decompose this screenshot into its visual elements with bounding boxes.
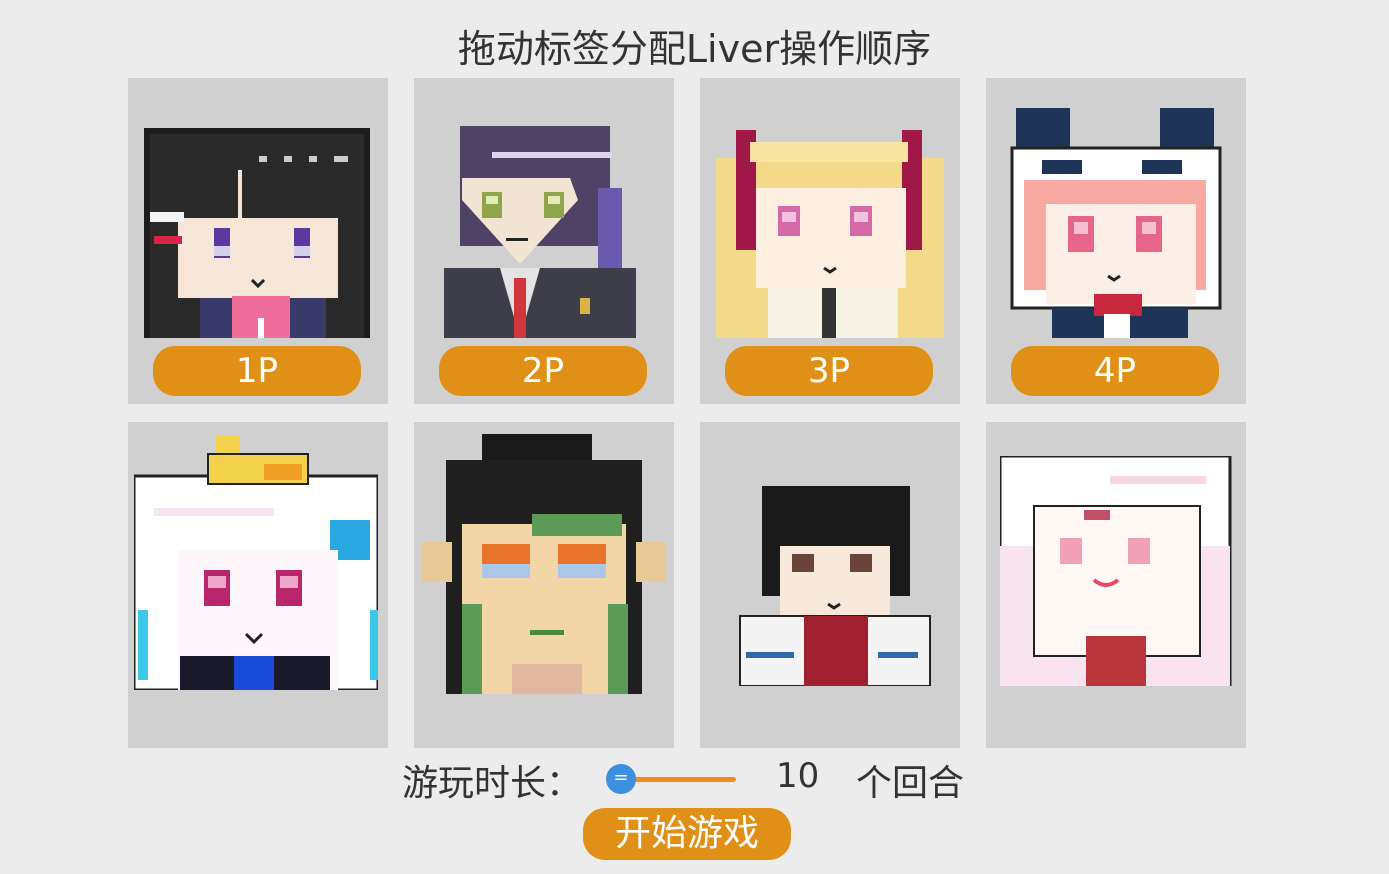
start-game-button[interactable]: 开始游戏 bbox=[583, 808, 791, 860]
liver-card-8[interactable] bbox=[986, 422, 1246, 748]
purple-hair-boy-avatar bbox=[444, 126, 636, 338]
duration-value: 10 bbox=[776, 756, 820, 796]
short-black-hair-avatar bbox=[739, 486, 931, 686]
liver-card-2[interactable]: 2P bbox=[414, 78, 674, 404]
order-tag-3p[interactable]: 3P bbox=[725, 346, 933, 396]
liver-card-5[interactable] bbox=[128, 422, 388, 748]
liver-card-4[interactable]: 4P bbox=[986, 78, 1246, 404]
white-hair-duck-avatar bbox=[134, 436, 378, 690]
liver-card-3[interactable]: 3P bbox=[700, 78, 960, 404]
liver-card-1[interactable]: 1P bbox=[128, 78, 388, 404]
blonde-twintail-avatar bbox=[716, 130, 944, 338]
avatar-grid: 1P 2P 3P 4P bbox=[128, 78, 1246, 748]
slider-handle[interactable]: = bbox=[606, 764, 636, 794]
white-bunny-avatar bbox=[1000, 456, 1232, 686]
order-tag-1p[interactable]: 1P bbox=[153, 346, 361, 396]
black-hair-girl-avatar bbox=[144, 128, 370, 338]
liver-card-6[interactable] bbox=[414, 422, 674, 748]
duration-slider[interactable]: = bbox=[606, 764, 736, 794]
order-tag-4p[interactable]: 4P bbox=[1011, 346, 1219, 396]
duration-row: 游玩时长： = 10 个回合 bbox=[0, 752, 1389, 808]
liver-card-7[interactable] bbox=[700, 422, 960, 748]
pink-hair-hood-avatar bbox=[1010, 108, 1222, 338]
duration-unit: 个回合 bbox=[856, 763, 965, 804]
topknot-man-avatar bbox=[422, 434, 666, 694]
order-tag-2p[interactable]: 2P bbox=[439, 346, 647, 396]
duration-label: 游玩时长： bbox=[402, 763, 583, 804]
page-title: 拖动标签分配Liver操作顺序 bbox=[457, 27, 932, 71]
